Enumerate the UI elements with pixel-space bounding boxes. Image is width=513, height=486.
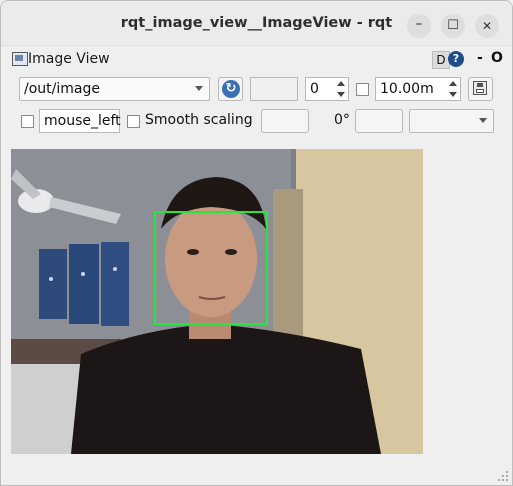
spin-up-icon: [449, 81, 457, 86]
color-scheme-select[interactable]: [409, 109, 494, 133]
camera-image: [11, 149, 423, 454]
image-view-icon: [12, 52, 28, 66]
close-button[interactable]: ✕: [475, 14, 499, 38]
duration-arrows[interactable]: [448, 79, 458, 99]
resize-grip[interactable]: [498, 471, 508, 481]
rotate-left-button[interactable]: [261, 109, 309, 133]
rotation-label: 0°: [334, 112, 350, 128]
close-icon: ✕: [481, 19, 493, 33]
plugin-header: Image View D ? - O: [1, 46, 512, 72]
window-title: rqt_image_view__ImageView - rqt: [120, 15, 393, 31]
mouse-topic-field[interactable]: mouse_left: [39, 109, 121, 133]
duration-checkbox[interactable]: [356, 83, 369, 96]
mouse-topic-value: mouse_left: [44, 113, 121, 129]
duration-spinbox[interactable]: 10.00m: [375, 77, 461, 101]
minimize-icon: –: [415, 16, 423, 32]
plugin-close-button[interactable]: O: [491, 50, 503, 66]
spin-up-icon: [337, 81, 345, 86]
spin-down-icon: [337, 92, 345, 97]
topic-value: /out/image: [24, 81, 100, 97]
maximize-button[interactable]: ☐: [441, 14, 465, 38]
smooth-scaling-checkbox[interactable]: [127, 115, 140, 128]
plugin-minimize-button[interactable]: -: [477, 50, 483, 66]
plugin-title: Image View: [28, 51, 110, 67]
save-icon: [473, 81, 487, 95]
maximize-icon: ☐: [447, 18, 459, 33]
spinbox-arrows[interactable]: [336, 79, 346, 99]
help-icon[interactable]: ?: [448, 51, 464, 67]
smooth-scaling-label: Smooth scaling: [145, 112, 253, 128]
refresh-topics-button[interactable]: ↻: [218, 77, 243, 101]
app-window: rqt_image_view__ImageView - rqt – ☐ ✕ Im…: [0, 0, 513, 486]
mouse-publish-checkbox[interactable]: [21, 115, 34, 128]
spinbox-value: 0: [310, 81, 319, 97]
save-image-button[interactable]: [468, 77, 493, 101]
duration-value: 10.00m: [380, 81, 434, 97]
minimize-button[interactable]: –: [407, 14, 431, 38]
topic-select[interactable]: /out/image: [19, 77, 210, 101]
value-field[interactable]: [250, 77, 298, 101]
spinbox[interactable]: 0: [305, 77, 349, 101]
chevron-down-icon: [195, 86, 203, 91]
refresh-icon: ↻: [222, 80, 240, 98]
title-bar[interactable]: rqt_image_view__ImageView - rqt – ☐ ✕: [1, 1, 512, 46]
spin-down-icon: [449, 92, 457, 97]
chevron-down-icon: [479, 118, 487, 123]
image-view-canvas[interactable]: [11, 149, 423, 454]
rotate-right-button[interactable]: [355, 109, 403, 133]
